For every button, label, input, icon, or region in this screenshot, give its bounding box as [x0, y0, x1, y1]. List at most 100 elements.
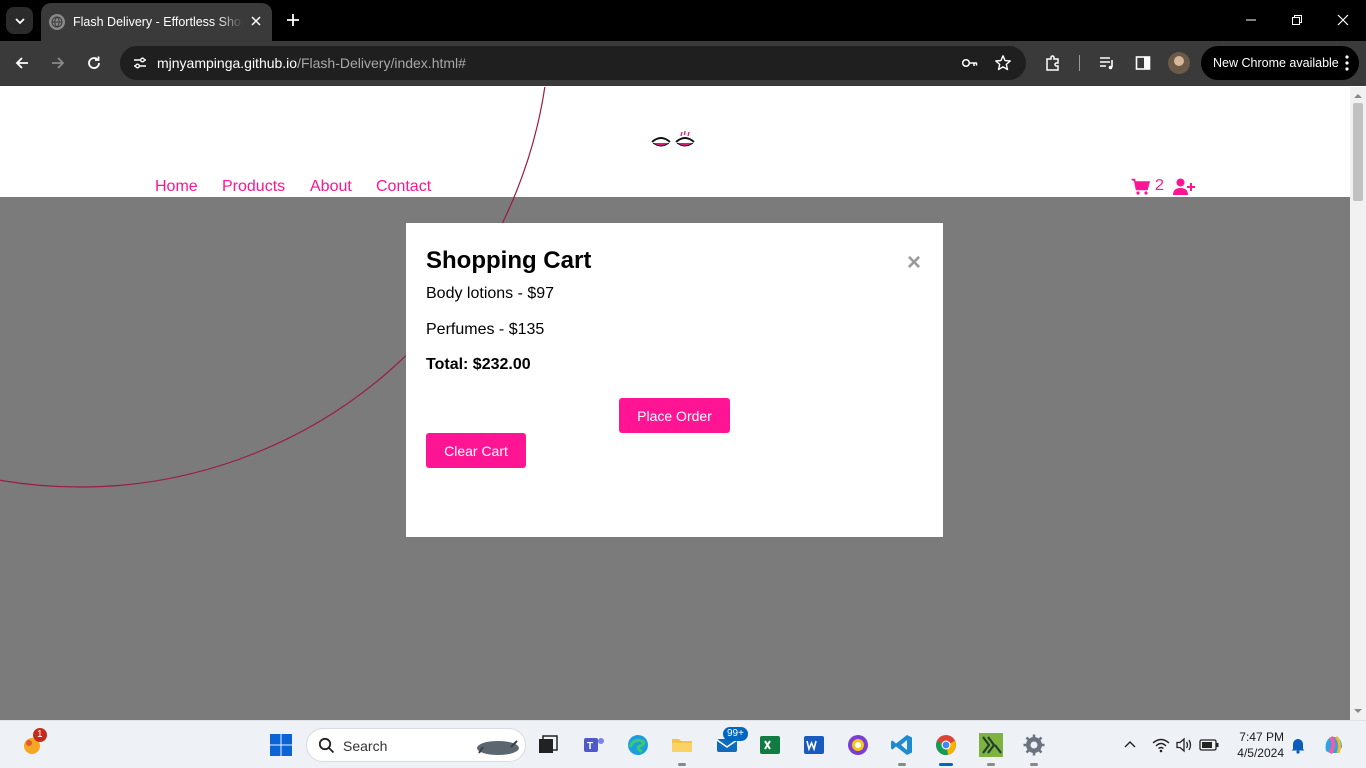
task-view-button[interactable] — [532, 729, 564, 761]
plus-icon — [287, 14, 299, 26]
haskell-app[interactable] — [975, 729, 1007, 766]
speaker-icon — [1176, 737, 1192, 753]
show-hidden-icons-button[interactable] — [1114, 729, 1146, 761]
teams-app[interactable]: T — [578, 729, 610, 761]
update-chrome-button[interactable]: New Chrome available — [1201, 46, 1359, 80]
settings-app[interactable] — [1018, 729, 1050, 766]
close-modal-icon[interactable]: × — [903, 251, 925, 275]
svg-text:T: T — [587, 741, 593, 752]
chrome-icon — [936, 735, 956, 755]
start-button[interactable] — [265, 729, 297, 761]
close-icon — [1337, 14, 1349, 26]
more-vertical-icon[interactable] — [1345, 55, 1349, 74]
word-app[interactable] — [798, 729, 830, 761]
globe-icon — [49, 14, 65, 30]
haskell-icon — [979, 733, 1003, 757]
playlist-icon — [1100, 57, 1113, 70]
notifications-button[interactable] — [1282, 729, 1314, 761]
arrow-left-icon — [15, 57, 28, 69]
mail-badge: 99+ — [723, 727, 748, 741]
scroll-down-icon[interactable] — [1354, 707, 1362, 715]
close-window-button[interactable] — [1331, 8, 1355, 32]
tab-title: Flash Delivery - Effortless Shopping — [73, 15, 243, 29]
password-key-icon[interactable] — [958, 51, 982, 75]
place-order-button[interactable]: Place Order — [619, 398, 730, 433]
taskbar-search[interactable]: Search — [306, 728, 526, 762]
puzzle-icon — [1046, 55, 1059, 71]
pinned-app[interactable] — [842, 729, 874, 761]
running-indicator — [987, 763, 995, 766]
running-indicator — [678, 763, 686, 766]
excel-icon — [760, 736, 780, 754]
tab-close-icon[interactable] — [248, 13, 264, 29]
back-button[interactable] — [9, 50, 35, 76]
reload-button[interactable] — [81, 50, 107, 76]
site-info-icon[interactable] — [128, 51, 152, 75]
search-icon — [318, 737, 335, 754]
media-controls-button[interactable] — [1094, 50, 1120, 76]
arrow-right-icon — [52, 57, 65, 69]
chevron-up-icon — [1124, 741, 1136, 748]
app-icon — [848, 735, 868, 755]
copilot-icon — [1325, 735, 1342, 755]
clock-time: 7:47 PM — [1239, 730, 1284, 744]
address-bar[interactable]: mjnyampinga.github.io/Flash-Delivery/ind… — [120, 46, 1026, 80]
chevron-down-icon — [14, 17, 25, 24]
browser-tab[interactable]: Flash Delivery - Effortless Shopping — [41, 3, 272, 41]
chrome-app[interactable] — [930, 729, 962, 766]
settings-icon — [1023, 734, 1045, 756]
page-viewport: Home Products About Contact 2 Shopping C… — [0, 87, 1350, 720]
cart-item: Perfumes - $135 — [426, 321, 545, 338]
task-view-icon — [539, 735, 558, 753]
cart-total: Total: $232.00 — [426, 356, 531, 373]
url-host: mjnyampinga.github.io — [157, 55, 298, 71]
clear-cart-button[interactable]: Clear Cart — [426, 433, 526, 468]
excel-app[interactable] — [754, 729, 786, 761]
clock-date: 4/5/2024 — [1237, 746, 1284, 760]
profile-avatar[interactable] — [1168, 52, 1190, 74]
page-scrollbar[interactable] — [1350, 87, 1366, 720]
widgets-badge: 1 — [33, 728, 47, 742]
battery-button[interactable] — [1193, 729, 1225, 761]
modal-title: Shopping Cart — [426, 247, 592, 274]
copilot-button[interactable] — [1318, 729, 1350, 761]
new-tab-button[interactable] — [282, 9, 304, 31]
vscode-app[interactable] — [886, 729, 918, 766]
shopping-cart-modal: Shopping Cart × Body lotions - $97 Perfu… — [406, 223, 943, 537]
url-text: mjnyampinga.github.io/Flash-Delivery/ind… — [157, 55, 466, 71]
side-panel-button[interactable] — [1130, 50, 1156, 76]
url-path: /Flash-Delivery/index.html# — [297, 55, 466, 71]
forward-button[interactable] — [45, 50, 71, 76]
extensions-button[interactable] — [1040, 50, 1066, 76]
tab-search-button[interactable] — [6, 7, 33, 34]
scroll-up-icon[interactable] — [1354, 92, 1362, 100]
edge-app[interactable] — [622, 729, 654, 761]
bookmark-star-icon[interactable] — [991, 51, 1015, 75]
scrollbar-thumb[interactable] — [1353, 103, 1363, 201]
search-placeholder: Search — [343, 738, 388, 754]
browser-tab-bar: Flash Delivery - Effortless Shopping — [0, 0, 1366, 41]
running-indicator — [898, 763, 906, 766]
modal-overlay[interactable]: Shopping Cart × Body lotions - $97 Perfu… — [0, 87, 1350, 720]
file-explorer-app[interactable] — [666, 729, 698, 766]
mail-app[interactable]: 99+ — [711, 727, 748, 761]
update-chip-label: New Chrome available — [1213, 56, 1339, 70]
minimize-icon — [1246, 19, 1256, 21]
folder-icon — [672, 739, 692, 752]
teams-icon: T — [584, 738, 604, 752]
system-clock[interactable]: 7:47 PM 4/5/2024 — [1228, 729, 1284, 761]
restore-button[interactable] — [1285, 8, 1309, 32]
running-indicator — [1030, 763, 1038, 766]
minimize-button[interactable] — [1239, 8, 1263, 32]
search-highlight-icon — [477, 740, 519, 755]
widgets-button[interactable]: 1 — [16, 728, 48, 761]
restore-icon — [1292, 15, 1302, 25]
edge-icon — [628, 735, 648, 755]
toolbar-divider — [1079, 55, 1080, 71]
windows-taskbar: 1 Search T 99+ 7:47 PM 4/5/2024 — [0, 720, 1366, 768]
battery-icon — [1199, 739, 1219, 751]
vscode-icon — [891, 735, 912, 755]
cart-item: Body lotions - $97 — [426, 285, 555, 302]
word-icon — [804, 736, 824, 754]
windows-logo-icon — [270, 734, 292, 756]
